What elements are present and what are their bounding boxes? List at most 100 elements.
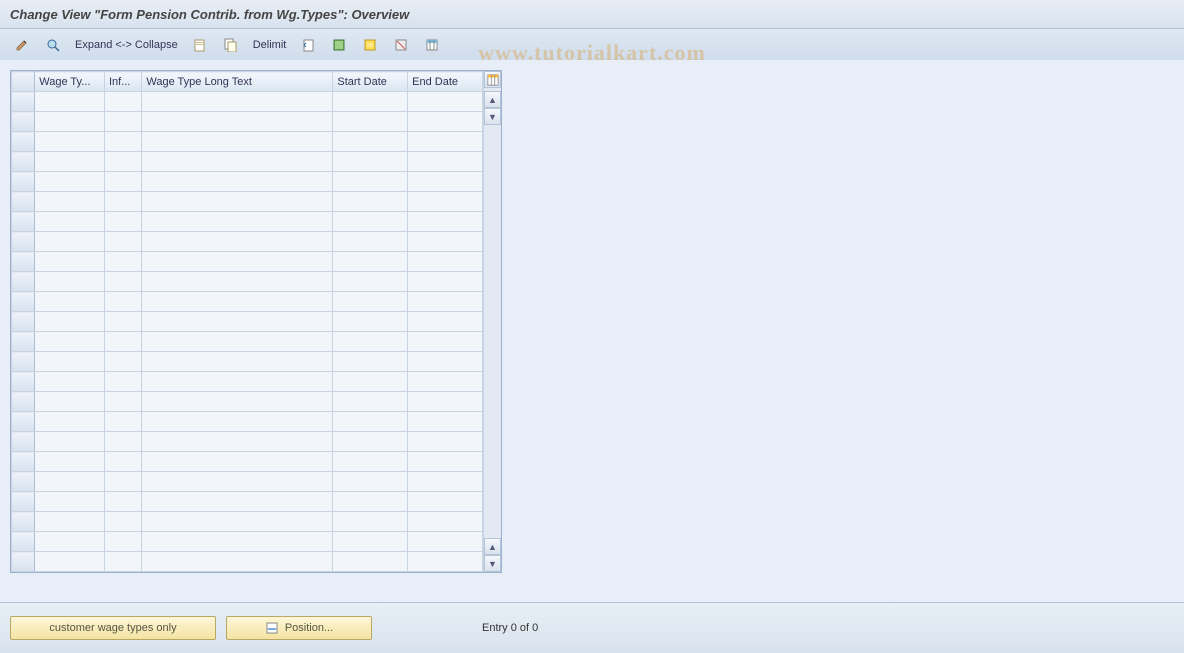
cell-wage-type[interactable] [35,412,105,432]
table-row[interactable] [12,172,483,192]
row-selector[interactable] [12,472,35,492]
row-selector[interactable] [12,172,35,192]
cell-end-date[interactable] [408,92,483,112]
cell-end-date[interactable] [408,372,483,392]
cell-wage-type[interactable] [35,472,105,492]
cell-long-text[interactable] [142,552,333,572]
scroll-down-icon[interactable]: ▼ [484,555,501,572]
table-settings-icon[interactable] [484,71,501,88]
cell-wage-type[interactable] [35,192,105,212]
cell-start-date[interactable] [333,372,408,392]
cell-long-text[interactable] [142,512,333,532]
cell-long-text[interactable] [142,172,333,192]
cell-start-date[interactable] [333,392,408,412]
cell-start-date[interactable] [333,152,408,172]
cell-infotype[interactable] [104,332,141,352]
row-selector[interactable] [12,92,35,112]
cell-start-date[interactable] [333,552,408,572]
cell-end-date[interactable] [408,352,483,372]
copy-icon[interactable] [217,34,245,56]
cell-infotype[interactable] [104,552,141,572]
cell-long-text[interactable] [142,392,333,412]
row-selector[interactable] [12,432,35,452]
table-row[interactable] [12,252,483,272]
cell-long-text[interactable] [142,312,333,332]
table-row[interactable] [12,392,483,412]
row-selector[interactable] [12,112,35,132]
cell-infotype[interactable] [104,372,141,392]
cell-long-text[interactable] [142,132,333,152]
cell-infotype[interactable] [104,492,141,512]
cell-start-date[interactable] [333,492,408,512]
row-selector[interactable] [12,372,35,392]
cell-end-date[interactable] [408,232,483,252]
cell-end-date[interactable] [408,292,483,312]
col-header-long-text[interactable]: Wage Type Long Text [142,72,333,92]
cell-start-date[interactable] [333,112,408,132]
cell-start-date[interactable] [333,332,408,352]
table-row[interactable] [12,112,483,132]
cell-start-date[interactable] [333,352,408,372]
cell-long-text[interactable] [142,432,333,452]
find-icon[interactable] [39,34,67,56]
undo-icon[interactable] [294,34,322,56]
cell-long-text[interactable] [142,152,333,172]
table-row[interactable] [12,192,483,212]
row-selector[interactable] [12,332,35,352]
config-columns-icon[interactable] [418,34,446,56]
cell-infotype[interactable] [104,212,141,232]
cell-infotype[interactable] [104,452,141,472]
cell-infotype[interactable] [104,92,141,112]
cell-start-date[interactable] [333,232,408,252]
cell-wage-type[interactable] [35,532,105,552]
table-row[interactable] [12,352,483,372]
row-selector[interactable] [12,492,35,512]
cell-long-text[interactable] [142,452,333,472]
cell-end-date[interactable] [408,132,483,152]
table-row[interactable] [12,472,483,492]
row-selector[interactable] [12,272,35,292]
row-selector[interactable] [12,252,35,272]
cell-end-date[interactable] [408,252,483,272]
row-selector[interactable] [12,152,35,172]
cell-infotype[interactable] [104,412,141,432]
cell-start-date[interactable] [333,192,408,212]
cell-wage-type[interactable] [35,512,105,532]
cell-wage-type[interactable] [35,132,105,152]
row-selector[interactable] [12,132,35,152]
cell-long-text[interactable] [142,472,333,492]
cell-end-date[interactable] [408,412,483,432]
cell-long-text[interactable] [142,252,333,272]
cell-wage-type[interactable] [35,372,105,392]
row-selector[interactable] [12,312,35,332]
cell-wage-type[interactable] [35,352,105,372]
cell-infotype[interactable] [104,352,141,372]
col-header-infotype[interactable]: Inf... [104,72,141,92]
table-row[interactable] [12,152,483,172]
cell-long-text[interactable] [142,112,333,132]
cell-end-date[interactable] [408,392,483,412]
cell-start-date[interactable] [333,292,408,312]
table-row[interactable] [12,292,483,312]
cell-infotype[interactable] [104,112,141,132]
cell-infotype[interactable] [104,252,141,272]
cell-end-date[interactable] [408,152,483,172]
table-row[interactable] [12,512,483,532]
position-button[interactable]: Position... [226,616,372,640]
cell-infotype[interactable] [104,232,141,252]
cell-long-text[interactable] [142,532,333,552]
select-all-icon[interactable] [325,34,353,56]
cell-start-date[interactable] [333,532,408,552]
cell-long-text[interactable] [142,232,333,252]
col-header-start-date[interactable]: Start Date [333,72,408,92]
table-row[interactable] [12,312,483,332]
col-header-end-date[interactable]: End Date [408,72,483,92]
cell-infotype[interactable] [104,192,141,212]
row-selector[interactable] [12,552,35,572]
cell-start-date[interactable] [333,412,408,432]
cell-end-date[interactable] [408,512,483,532]
cell-end-date[interactable] [408,492,483,512]
cell-wage-type[interactable] [35,552,105,572]
cell-infotype[interactable] [104,472,141,492]
cell-start-date[interactable] [333,172,408,192]
